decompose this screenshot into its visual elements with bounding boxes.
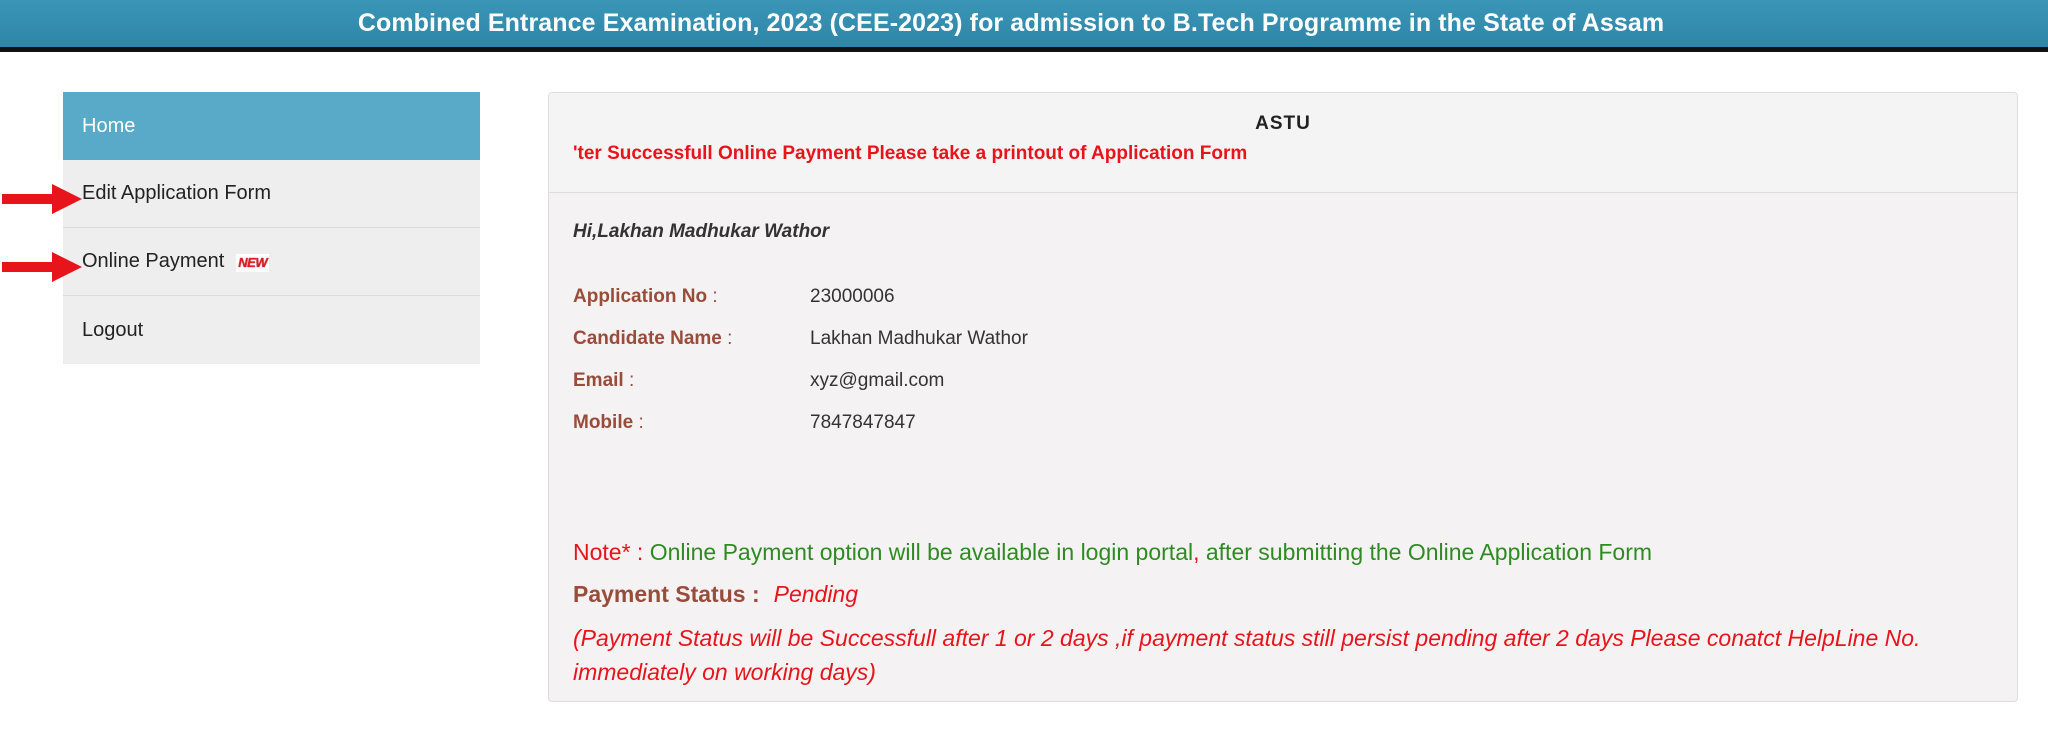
- detail-row-email: Email : xyz@gmail.com: [573, 370, 945, 391]
- payment-note: Note* : Online Payment option will be av…: [573, 539, 1653, 565]
- sidebar-item-label: Home: [82, 114, 136, 137]
- sidebar-item-home[interactable]: Home: [63, 92, 480, 160]
- greeting: Hi,Lakhan Madhukar Wathor: [573, 221, 830, 242]
- detail-row-mobile: Mobile : 7847847847: [573, 412, 916, 433]
- red-arrow-icon: [2, 252, 82, 282]
- detail-label: Application No: [573, 286, 708, 307]
- sidebar-item-online-payment[interactable]: Online Payment NEW: [63, 228, 480, 296]
- sidebar-item-label: Online Payment: [82, 250, 225, 272]
- panel-heading: ASTU 'ter Successfull Online Payment Ple…: [549, 93, 2017, 193]
- detail-row-candidate-name: Candidate Name : Lakhan Madhukar Wathor: [573, 328, 1028, 349]
- red-arrow-icon: [2, 184, 82, 214]
- page-title: Combined Entrance Examination, 2023 (CEE…: [357, 9, 1665, 37]
- detail-label: Mobile: [573, 412, 634, 433]
- detail-row-application-no: Application No : 23000006: [573, 286, 895, 307]
- detail-value: Lakhan Madhukar Wathor: [810, 328, 1028, 349]
- sidebar-menu: Home Edit Application Form Online Paymen…: [63, 92, 480, 364]
- detail-value: xyz@gmail.com: [810, 370, 945, 391]
- payment-status: Payment Status : Pending: [573, 581, 858, 608]
- payment-status-info: (Payment Status will be Successfull afte…: [573, 625, 1921, 685]
- detail-value: 7847847847: [810, 412, 916, 433]
- detail-value: 23000006: [810, 286, 895, 307]
- application-panel: ASTU 'ter Successfull Online Payment Ple…: [548, 92, 2018, 702]
- payment-status-value: Pending: [773, 581, 859, 607]
- sidebar-item-label: Logout: [82, 318, 144, 341]
- new-badge: NEW: [236, 253, 270, 272]
- sidebar-item-logout[interactable]: Logout: [63, 296, 480, 364]
- detail-label: Email: [573, 370, 624, 391]
- scrolling-notice: 'ter Successfull Online Payment Please t…: [573, 143, 1248, 164]
- sidebar-item-label: Edit Application Form: [82, 182, 271, 204]
- detail-label: Candidate Name: [573, 328, 722, 349]
- payment-status-label: Payment Status :: [573, 581, 760, 607]
- top-header: Combined Entrance Examination, 2023 (CEE…: [0, 0, 2048, 52]
- sidebar-item-edit-application-form[interactable]: Edit Application Form: [63, 160, 480, 228]
- org-name: ASTU: [1255, 113, 1311, 134]
